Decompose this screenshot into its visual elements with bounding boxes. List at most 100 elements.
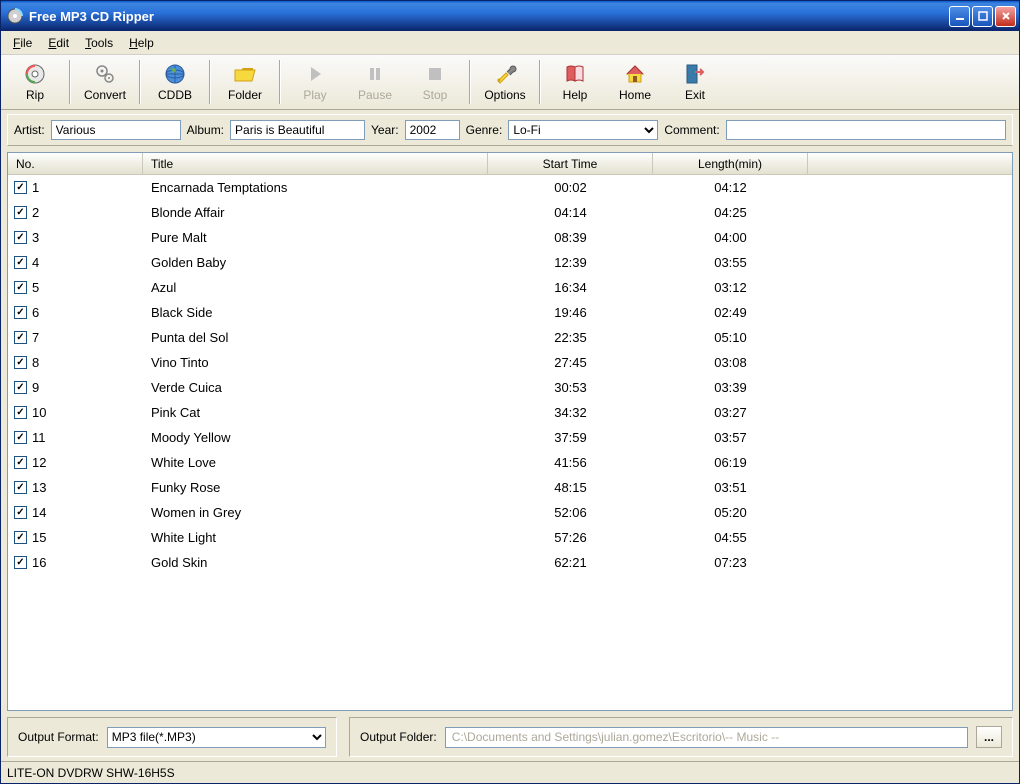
track-checkbox[interactable]: ✓ <box>14 556 27 569</box>
convert-button[interactable]: Convert <box>75 57 135 107</box>
track-checkbox[interactable]: ✓ <box>14 181 27 194</box>
pause-button[interactable]: Pause <box>345 57 405 107</box>
table-row[interactable]: ✓4Golden Baby12:3903:55 <box>8 250 1012 275</box>
track-checkbox[interactable]: ✓ <box>14 456 27 469</box>
track-checkbox[interactable]: ✓ <box>14 306 27 319</box>
table-body: ✓1Encarnada Temptations00:0204:12✓2Blond… <box>8 175 1012 575</box>
stop-button[interactable]: Stop <box>405 57 465 107</box>
output-format-select[interactable]: MP3 file(*.MP3) <box>107 727 326 748</box>
table-row[interactable]: ✓8Vino Tinto27:4503:08 <box>8 350 1012 375</box>
table-row[interactable]: ✓13Funky Rose48:1503:51 <box>8 475 1012 500</box>
table-row[interactable]: ✓2Blonde Affair04:1404:25 <box>8 200 1012 225</box>
table-row[interactable]: ✓11Moody Yellow37:5903:57 <box>8 425 1012 450</box>
track-checkbox[interactable]: ✓ <box>14 281 27 294</box>
status-text: LITE-ON DVDRW SHW-16H5S <box>7 766 175 780</box>
track-start: 16:34 <box>488 280 653 295</box>
track-checkbox[interactable]: ✓ <box>14 206 27 219</box>
exit-button[interactable]: Exit <box>665 57 725 107</box>
track-no: 13 <box>32 480 46 495</box>
artist-input[interactable] <box>51 120 181 140</box>
track-title: Women in Grey <box>143 505 488 520</box>
track-no: 10 <box>32 405 46 420</box>
track-start: 04:14 <box>488 205 653 220</box>
cd-rip-icon <box>23 62 47 86</box>
track-length: 03:55 <box>653 255 808 270</box>
track-length: 03:51 <box>653 480 808 495</box>
minimize-button[interactable] <box>949 6 970 27</box>
track-checkbox[interactable]: ✓ <box>14 406 27 419</box>
track-checkbox[interactable]: ✓ <box>14 506 27 519</box>
table-row[interactable]: ✓1Encarnada Temptations00:0204:12 <box>8 175 1012 200</box>
titlebar[interactable]: Free MP3 CD Ripper <box>1 1 1019 31</box>
maximize-button[interactable] <box>972 6 993 27</box>
track-length: 04:25 <box>653 205 808 220</box>
artist-label: Artist: <box>14 123 45 137</box>
table-row[interactable]: ✓5Azul16:3403:12 <box>8 275 1012 300</box>
rip-button[interactable]: Rip <box>5 57 65 107</box>
track-title: Moody Yellow <box>143 430 488 445</box>
toolbar-separator <box>209 60 211 104</box>
table-row[interactable]: ✓15White Light57:2604:55 <box>8 525 1012 550</box>
column-no[interactable]: No. <box>8 153 143 174</box>
home-button[interactable]: Home <box>605 57 665 107</box>
track-no: 11 <box>32 430 46 445</box>
globe-icon <box>163 62 187 86</box>
track-length: 06:19 <box>653 455 808 470</box>
menu-help[interactable]: Help <box>121 33 162 53</box>
column-start[interactable]: Start Time <box>488 153 653 174</box>
track-title: White Love <box>143 455 488 470</box>
track-length: 03:57 <box>653 430 808 445</box>
year-input[interactable] <box>405 120 460 140</box>
column-title[interactable]: Title <box>143 153 488 174</box>
track-no: 9 <box>32 380 39 395</box>
track-start: 00:02 <box>488 180 653 195</box>
track-title: Black Side <box>143 305 488 320</box>
output-folder-input[interactable] <box>445 727 968 748</box>
stop-icon <box>423 62 447 86</box>
track-start: 57:26 <box>488 530 653 545</box>
menu-tools[interactable]: Tools <box>77 33 121 53</box>
comment-input[interactable] <box>726 120 1006 140</box>
close-button[interactable] <box>995 6 1016 27</box>
table-row[interactable]: ✓6Black Side19:4602:49 <box>8 300 1012 325</box>
info-bar: Artist: Album: Year: Genre: Lo-Fi Commen… <box>7 114 1013 146</box>
track-no: 8 <box>32 355 39 370</box>
track-checkbox[interactable]: ✓ <box>14 256 27 269</box>
track-checkbox[interactable]: ✓ <box>14 331 27 344</box>
column-spacer[interactable] <box>808 153 1012 174</box>
track-no: 15 <box>32 530 46 545</box>
track-title: Verde Cuica <box>143 380 488 395</box>
table-row[interactable]: ✓12White Love41:5606:19 <box>8 450 1012 475</box>
track-title: Golden Baby <box>143 255 488 270</box>
track-checkbox[interactable]: ✓ <box>14 381 27 394</box>
track-checkbox[interactable]: ✓ <box>14 531 27 544</box>
track-checkbox[interactable]: ✓ <box>14 431 27 444</box>
genre-select[interactable]: Lo-Fi <box>508 120 658 140</box>
table-row[interactable]: ✓16Gold Skin62:2107:23 <box>8 550 1012 575</box>
table-row[interactable]: ✓3Pure Malt08:3904:00 <box>8 225 1012 250</box>
table-row[interactable]: ✓9Verde Cuica30:5303:39 <box>8 375 1012 400</box>
track-table: No. Title Start Time Length(min) ✓1Encar… <box>7 152 1013 711</box>
track-title: Pink Cat <box>143 405 488 420</box>
browse-button[interactable]: ... <box>976 726 1002 748</box>
track-checkbox[interactable]: ✓ <box>14 481 27 494</box>
folder-button[interactable]: Folder <box>215 57 275 107</box>
table-row[interactable]: ✓10Pink Cat34:3203:27 <box>8 400 1012 425</box>
track-length: 02:49 <box>653 305 808 320</box>
track-checkbox[interactable]: ✓ <box>14 231 27 244</box>
track-checkbox[interactable]: ✓ <box>14 356 27 369</box>
album-input[interactable] <box>230 120 365 140</box>
table-row[interactable]: ✓14Women in Grey52:0605:20 <box>8 500 1012 525</box>
help-button[interactable]: Help <box>545 57 605 107</box>
table-row[interactable]: ✓7Punta del Sol22:3505:10 <box>8 325 1012 350</box>
options-button[interactable]: Options <box>475 57 535 107</box>
play-button[interactable]: Play <box>285 57 345 107</box>
track-length: 04:55 <box>653 530 808 545</box>
menu-file[interactable]: File <box>5 33 40 53</box>
cddb-button[interactable]: CDDB <box>145 57 205 107</box>
menu-edit[interactable]: Edit <box>40 33 77 53</box>
toolbar-separator <box>539 60 541 104</box>
track-length: 03:39 <box>653 380 808 395</box>
track-start: 52:06 <box>488 505 653 520</box>
column-length[interactable]: Length(min) <box>653 153 808 174</box>
